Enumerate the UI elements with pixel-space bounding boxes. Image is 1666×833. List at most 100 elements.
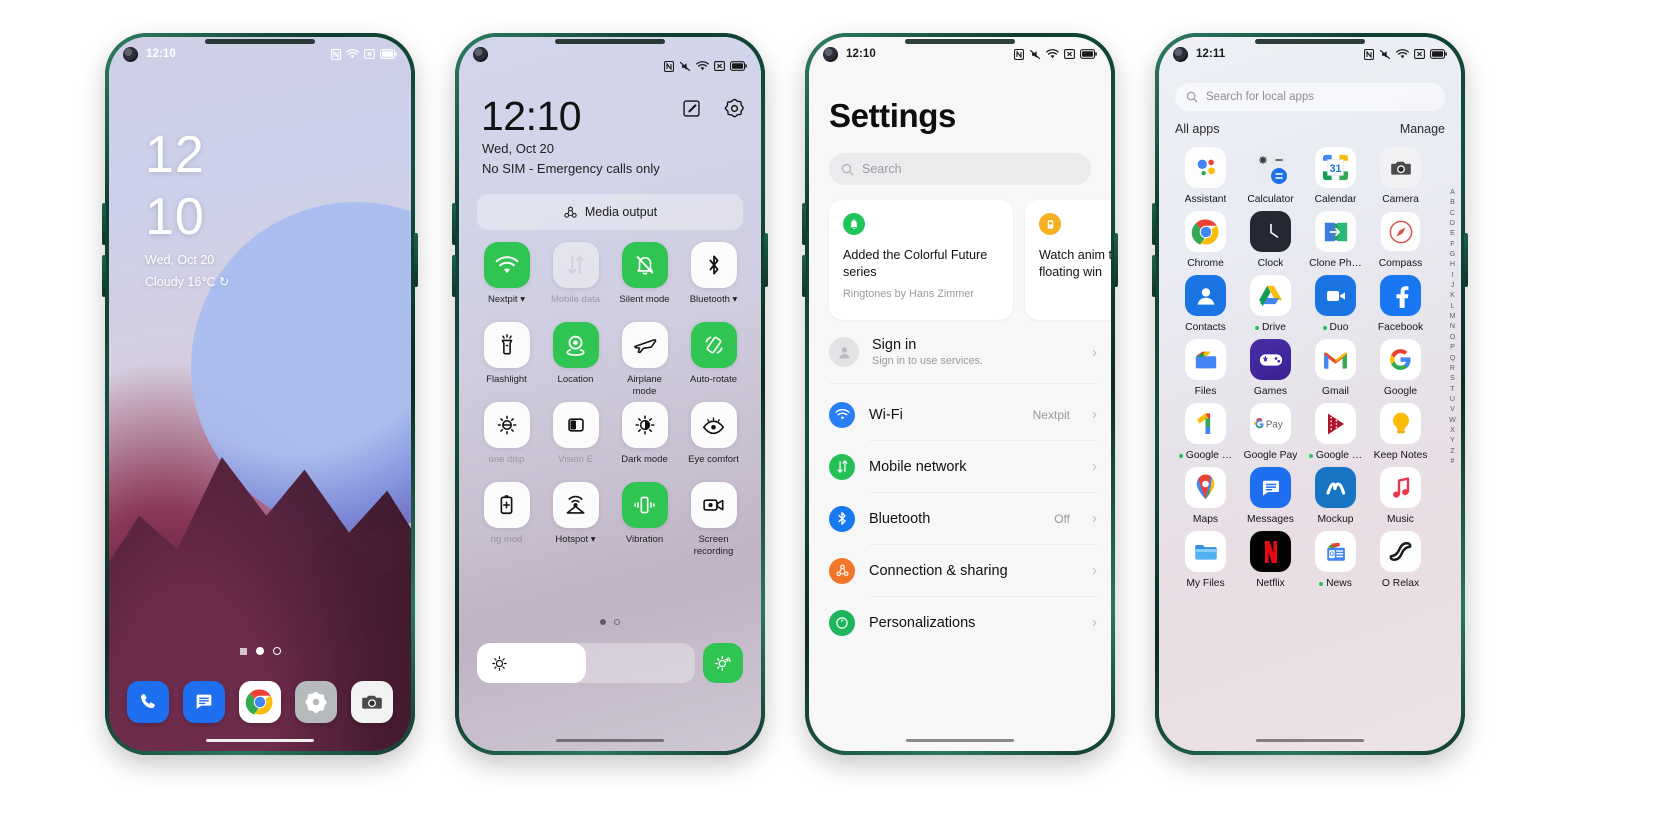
contacts-icon[interactable] <box>1185 275 1226 316</box>
alphabet-index-letter[interactable]: C <box>1450 208 1455 218</box>
alphabet-index-letter[interactable]: X <box>1450 425 1455 435</box>
app-item-files[interactable]: Files <box>1173 339 1238 397</box>
app-item-o-relax[interactable]: O Relax <box>1368 531 1433 589</box>
tile-screen-recording[interactable]: Screen recording <box>684 482 743 558</box>
settings-app-icon[interactable] <box>295 681 337 723</box>
alphabet-index-letter[interactable]: Q <box>1450 353 1456 363</box>
app-item-duo[interactable]: Duo <box>1303 275 1368 333</box>
app-item-google-pay[interactable]: Pay Google Pay <box>1238 403 1303 461</box>
volume-down-button-3[interactable] <box>802 255 806 297</box>
alphabet-index-letter[interactable]: D <box>1450 218 1455 228</box>
tile-vibration-square[interactable] <box>621 482 668 528</box>
edit-tiles-button[interactable] <box>682 99 701 118</box>
tile-eye-comfort[interactable]: Eye comfort <box>684 402 743 478</box>
power-button[interactable] <box>414 233 418 287</box>
tile-screen-tone-square[interactable] <box>483 402 530 448</box>
app-item-music[interactable]: Music <box>1368 467 1433 525</box>
google-assistant-icon[interactable] <box>1185 147 1226 188</box>
volume-up-button-2[interactable] <box>452 203 456 245</box>
lockscreen-weather[interactable]: Cloudy 16℃ ↻ <box>145 272 229 294</box>
qs-page-dot-2[interactable] <box>614 619 620 625</box>
app-item-calendar[interactable]: 31 Calendar <box>1303 147 1368 205</box>
google-duo-icon[interactable] <box>1315 275 1356 316</box>
phone-app-icon[interactable] <box>127 681 169 723</box>
settings-row-personalizations[interactable]: Personalizations › <box>829 597 1097 648</box>
tile-airplane-mode[interactable]: Airplane mode <box>615 322 674 398</box>
mockup-icon[interactable] <box>1315 467 1356 508</box>
tile-dark-mode[interactable]: Dark mode <box>615 402 674 478</box>
alphabet-index-letter[interactable]: O <box>1450 332 1456 342</box>
tile-hotspot-square[interactable] <box>552 482 599 528</box>
home-indicator-bar-4[interactable] <box>1256 738 1364 742</box>
tile-vibration[interactable]: Vibration <box>615 482 674 558</box>
compass-icon[interactable] <box>1380 211 1421 252</box>
settings-row-mobile-network[interactable]: Mobile network › <box>829 441 1097 492</box>
tile-mobile-data-square[interactable] <box>552 242 599 288</box>
tile-bluetooth[interactable]: Bluetooth ▾ <box>684 242 743 318</box>
home-indicator-bar-3[interactable] <box>906 738 1014 742</box>
messages-app-icon[interactable] <box>183 681 225 723</box>
home-indicator-bar-2[interactable] <box>556 738 664 742</box>
app-item-clock[interactable]: Clock <box>1238 211 1303 269</box>
app-item-google[interactable]: Google <box>1368 339 1433 397</box>
chrome-icon[interactable] <box>1185 211 1226 252</box>
tile-vision-enhance-square[interactable] <box>552 402 599 448</box>
alphabet-index-letter[interactable]: J <box>1451 280 1455 290</box>
tile-silent-mode-square[interactable] <box>621 242 668 288</box>
google-keep-icon[interactable] <box>1380 403 1421 444</box>
app-item-contacts[interactable]: Contacts <box>1173 275 1238 333</box>
tile-battery-saver[interactable]: ng mod <box>477 482 536 558</box>
tile-battery-saver-square[interactable] <box>483 482 530 528</box>
o-relax-icon[interactable] <box>1380 531 1421 572</box>
app-item-games[interactable]: Games <box>1238 339 1303 397</box>
camera-icon[interactable] <box>1380 147 1421 188</box>
app-drawer-search-input[interactable]: Search for local apps <box>1175 83 1445 111</box>
app-item-news[interactable]: G News <box>1303 531 1368 589</box>
alphabet-index-letter[interactable]: U <box>1450 394 1455 404</box>
settings-row-connection-sharing[interactable]: Connection & sharing › <box>829 545 1097 596</box>
volume-up-button[interactable] <box>102 203 106 245</box>
chrome-app-icon[interactable] <box>239 681 281 723</box>
settings-search-input[interactable]: Search <box>829 153 1091 185</box>
alphabet-index-letter[interactable]: S <box>1450 373 1455 383</box>
page-dot-widgets[interactable] <box>239 647 247 655</box>
home-indicator-bar-1[interactable] <box>206 738 314 742</box>
google-maps-icon[interactable] <box>1185 467 1226 508</box>
alphabet-index-letter[interactable]: W <box>1449 415 1456 425</box>
tile-vision-enhance[interactable]: Vision E <box>546 402 605 478</box>
volume-down-button-2[interactable] <box>452 255 456 297</box>
auto-brightness-button[interactable]: A <box>703 643 743 683</box>
tile-location[interactable]: Location <box>546 322 605 398</box>
app-item-maps[interactable]: Maps <box>1173 467 1238 525</box>
alphabet-index-letter[interactable]: F <box>1450 239 1455 249</box>
google-drive-icon[interactable] <box>1250 275 1291 316</box>
app-item-assistant[interactable]: Assistant <box>1173 147 1238 205</box>
tile-screen-recording-square[interactable] <box>690 482 737 528</box>
my-files-icon[interactable] <box>1185 531 1226 572</box>
google-calendar-icon[interactable]: 31 <box>1315 147 1356 188</box>
clone-phone-icon[interactable] <box>1315 211 1356 252</box>
tile-wifi-square[interactable] <box>483 242 530 288</box>
tile-flashlight[interactable]: Flashlight <box>477 322 536 398</box>
alphabet-index-letter[interactable]: N <box>1450 321 1455 331</box>
tile-location-square[interactable] <box>552 322 599 368</box>
alphabet-index-letter[interactable]: B <box>1450 197 1455 207</box>
qs-page-dot-active[interactable] <box>600 619 606 625</box>
tile-airplane-square[interactable] <box>621 322 668 368</box>
media-output-button[interactable]: Media output <box>477 194 743 230</box>
alphabet-index-letter[interactable]: T <box>1450 384 1455 394</box>
volume-down-button[interactable] <box>102 255 106 297</box>
app-item-my-files[interactable]: My Files <box>1173 531 1238 589</box>
brightness-slider[interactable] <box>477 643 695 683</box>
alphabet-index-letter[interactable]: P <box>1450 342 1455 352</box>
facebook-icon[interactable] <box>1380 275 1421 316</box>
volume-up-button-4[interactable] <box>1152 203 1156 245</box>
files-icon[interactable] <box>1185 339 1226 380</box>
power-button-3[interactable] <box>1114 233 1118 287</box>
app-item-calculator[interactable]: Calculator <box>1238 147 1303 205</box>
tile-flashlight-square[interactable] <box>483 322 530 368</box>
app-item-netflix[interactable]: Netflix <box>1238 531 1303 589</box>
promo-card-floating-window[interactable]: Watch anim to learn hov floating win <box>1025 200 1111 320</box>
account-sign-in-row[interactable]: Sign in Sign in to use services. › <box>829 337 1097 384</box>
app-item-facebook[interactable]: Facebook <box>1368 275 1433 333</box>
